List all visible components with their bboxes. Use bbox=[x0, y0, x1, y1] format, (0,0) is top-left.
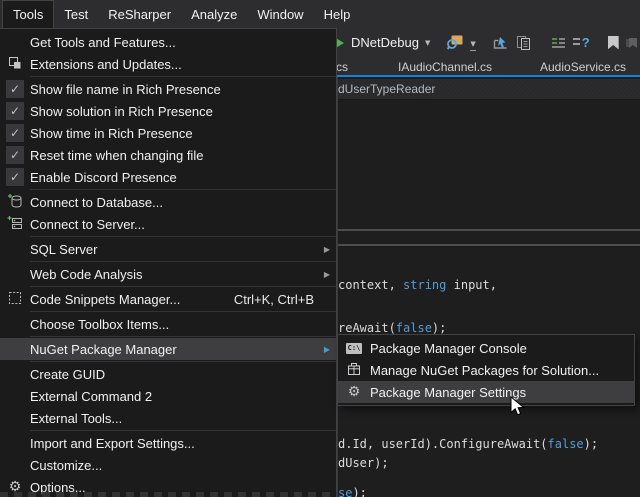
check-icon: ✓ bbox=[6, 124, 24, 142]
check-icon: ✓ bbox=[6, 168, 24, 186]
check-icon: ✓ bbox=[6, 146, 24, 164]
bookmark-icon[interactable] bbox=[605, 31, 622, 55]
tab-iaudiochannel[interactable]: IAudioChannel.cs bbox=[398, 60, 492, 74]
menu-separator bbox=[30, 261, 336, 262]
menu-item-show-solution[interactable]: ✓ Show solution in Rich Presence bbox=[0, 100, 336, 122]
run-config-caret-icon[interactable]: ▼ bbox=[425, 39, 430, 47]
submenu-arrow-icon: ▶ bbox=[318, 245, 330, 254]
menu-item-show-file-name[interactable]: ✓ Show file name in Rich Presence bbox=[0, 78, 336, 100]
navigate-pointer-icon[interactable] bbox=[489, 31, 512, 55]
menu-item-reset-time[interactable]: ✓ Reset time when changing file bbox=[0, 144, 336, 166]
tab-audioservice[interactable]: AudioService.cs bbox=[540, 60, 626, 74]
menu-bottom-edge bbox=[0, 492, 337, 497]
code-line[interactable]: reAwait(false); bbox=[338, 321, 446, 335]
menu-item-customize[interactable]: Customize... bbox=[0, 454, 336, 476]
check-icon: ✓ bbox=[6, 80, 24, 98]
vs-window: Tools Test ReSharper Analyze Window Help… bbox=[0, 0, 640, 497]
snippets-icon bbox=[8, 291, 22, 308]
copy-lines-icon[interactable] bbox=[512, 31, 535, 55]
menu-separator bbox=[30, 361, 336, 362]
menu-item-import-export-settings[interactable]: Import and Export Settings... bbox=[0, 432, 336, 454]
menu-item-external-tools[interactable]: External Tools... bbox=[0, 407, 336, 429]
mouse-cursor bbox=[510, 396, 525, 422]
menubar-item-resharper[interactable]: ReSharper bbox=[98, 0, 181, 28]
toggle-help-icon[interactable]: ? bbox=[570, 31, 593, 55]
submenu-arrow-icon: ▶ bbox=[318, 270, 330, 279]
code-line[interactable]: se); bbox=[338, 486, 367, 497]
menubar-item-tools[interactable]: Tools bbox=[2, 0, 54, 28]
run-configuration-label[interactable]: DNetDebug bbox=[351, 35, 419, 50]
menu-item-sql-server[interactable]: SQL Server ▶ bbox=[0, 238, 336, 260]
menu-item-connect-to-database[interactable]: Connect to Database... bbox=[0, 191, 336, 213]
menubar-item-analyze[interactable]: Analyze bbox=[181, 0, 247, 28]
menu-separator bbox=[30, 336, 336, 337]
collapsed-region-line bbox=[338, 244, 640, 246]
extensions-icon bbox=[8, 56, 22, 73]
menu-item-web-code-analysis[interactable]: Web Code Analysis ▶ bbox=[0, 263, 336, 285]
submenu-arrow-icon: ▶ bbox=[318, 345, 330, 354]
shortcut-label: Ctrl+K, Ctrl+B bbox=[234, 292, 314, 307]
code-line[interactable]: d.Id, userId).ConfigureAwait(false); bbox=[338, 437, 598, 451]
submenu-item-package-manager-settings[interactable]: ⚙ Package Manager Settings bbox=[338, 381, 634, 403]
menu-separator bbox=[30, 76, 336, 77]
server-icon bbox=[7, 215, 23, 234]
package-icon bbox=[347, 362, 361, 379]
menu-item-get-tools-and-features[interactable]: Get Tools and Features... bbox=[0, 31, 336, 53]
format-indent-icon[interactable] bbox=[547, 31, 570, 55]
code-line[interactable]: context, string input, bbox=[338, 278, 497, 292]
menu-separator bbox=[30, 286, 336, 287]
tools-menu: Get Tools and Features... Extensions and… bbox=[0, 28, 337, 497]
submenu-item-manage-nuget-packages[interactable]: Manage NuGet Packages for Solution... bbox=[338, 359, 634, 381]
collapsed-region-line bbox=[338, 229, 640, 231]
menubar-item-help[interactable]: Help bbox=[314, 0, 361, 28]
menubar-item-test[interactable]: Test bbox=[54, 0, 98, 28]
menu-item-create-guid[interactable]: Create GUID bbox=[0, 363, 336, 385]
tab-document-partial[interactable]: cs bbox=[336, 60, 348, 74]
find-in-files-icon[interactable] bbox=[442, 31, 467, 55]
menu-separator bbox=[30, 311, 336, 312]
menu-bar: Tools Test ReSharper Analyze Window Help bbox=[0, 0, 640, 28]
menu-separator bbox=[30, 189, 336, 190]
menu-item-connect-to-server[interactable]: Connect to Server... bbox=[0, 213, 336, 235]
menu-item-show-time[interactable]: ✓ Show time in Rich Presence bbox=[0, 122, 336, 144]
find-dropdown-caret-icon[interactable]: ▼ bbox=[470, 34, 475, 51]
code-line[interactable]: dUser); bbox=[338, 456, 389, 470]
menu-item-enable-discord-presence[interactable]: ✓ Enable Discord Presence bbox=[0, 166, 336, 188]
gear-icon: ⚙ bbox=[348, 385, 361, 399]
menu-item-extensions-and-updates[interactable]: Extensions and Updates... bbox=[0, 53, 336, 75]
database-icon bbox=[7, 193, 23, 212]
menu-separator bbox=[30, 236, 336, 237]
menu-separator bbox=[30, 430, 336, 431]
menu-item-external-command-2[interactable]: External Command 2 bbox=[0, 385, 336, 407]
menubar-item-window[interactable]: Window bbox=[247, 0, 313, 28]
submenu-item-package-manager-console[interactable]: C:\ Package Manager Console bbox=[338, 337, 634, 359]
console-icon: C:\ bbox=[346, 343, 362, 354]
menu-item-code-snippets-manager[interactable]: Code Snippets Manager... Ctrl+K, Ctrl+B bbox=[0, 288, 336, 310]
nuget-package-manager-submenu: C:\ Package Manager Console Manage NuGet… bbox=[337, 334, 635, 406]
disabled-extra-icon bbox=[622, 31, 640, 55]
check-icon: ✓ bbox=[6, 102, 24, 120]
breadcrumb[interactable]: dUserTypeReader bbox=[338, 82, 435, 96]
menu-item-nuget-package-manager[interactable]: NuGet Package Manager ▶ bbox=[0, 338, 336, 360]
menu-item-choose-toolbox-items[interactable]: Choose Toolbox Items... bbox=[0, 313, 336, 335]
